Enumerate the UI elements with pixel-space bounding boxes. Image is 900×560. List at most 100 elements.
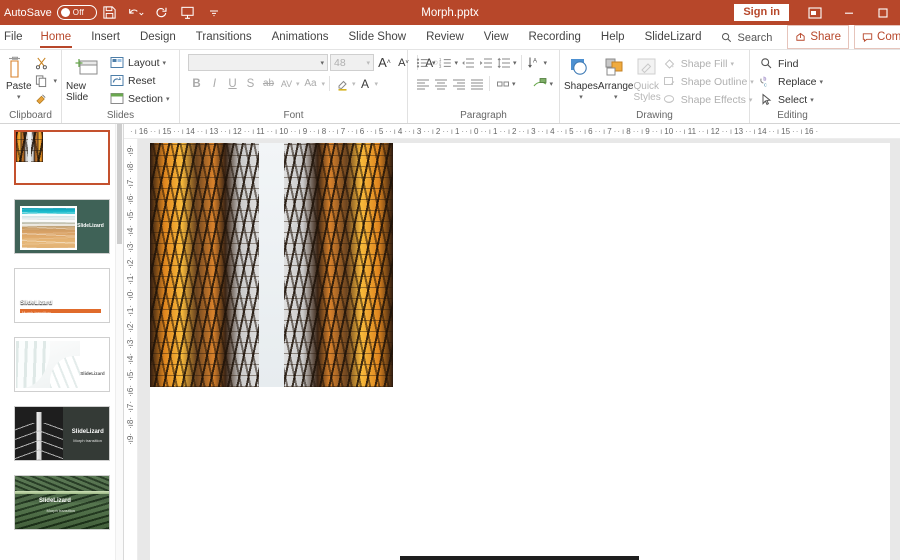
- search-input[interactable]: Search: [711, 26, 782, 49]
- find-button[interactable]: Find: [758, 55, 823, 72]
- font-color-chevron-down-icon[interactable]: ▾: [375, 80, 379, 88]
- tab-slidelizard[interactable]: SlideLizard: [635, 26, 712, 49]
- share-button[interactable]: Share: [787, 25, 850, 49]
- tab-recording[interactable]: Recording: [519, 26, 591, 49]
- replace-chevron-down-icon[interactable]: ▾: [820, 78, 824, 86]
- redo-icon[interactable]: [149, 0, 175, 25]
- tab-transitions[interactable]: Transitions: [186, 26, 262, 49]
- font-name-chevron-down-icon[interactable]: ▾: [320, 59, 324, 67]
- undo-icon[interactable]: [123, 0, 149, 25]
- tab-insert[interactable]: Insert: [81, 26, 130, 49]
- font-size-chevron-down-icon[interactable]: ▾: [366, 59, 370, 67]
- highlight-chevron-down-icon[interactable]: ▾: [352, 80, 356, 88]
- slide-thumbnail-3[interactable]: SlideLizard Morph transition: [13, 268, 110, 323]
- cut-button[interactable]: [33, 54, 50, 71]
- slide-thumbnail-1[interactable]: [13, 130, 110, 185]
- shape-fill-chevron-down-icon[interactable]: ▾: [730, 60, 734, 68]
- text-direction-chevron-down-icon[interactable]: ▾: [544, 59, 548, 67]
- change-case-button[interactable]: Aa: [301, 75, 321, 92]
- grow-font-icon[interactable]: A ˄: [376, 54, 393, 71]
- picture-city-skyscrapers[interactable]: [150, 143, 393, 387]
- italic-button[interactable]: I: [206, 75, 223, 92]
- strikethrough-button[interactable]: ab: [260, 75, 277, 92]
- slide-thumbnail-pane[interactable]: SlideLizard SlideLizard Morph transition…: [0, 124, 124, 560]
- slide-surface[interactable]: [150, 143, 890, 560]
- tab-file[interactable]: File: [0, 26, 31, 49]
- tab-slide-show[interactable]: Slide Show: [339, 26, 417, 49]
- thumbnail-scrollbar-thumb[interactable]: [117, 124, 122, 244]
- reset-button[interactable]: Reset: [108, 72, 170, 89]
- customize-quick-access-icon[interactable]: [201, 0, 227, 25]
- smartart-chevron-down-icon[interactable]: ▾: [550, 80, 554, 88]
- justify-icon[interactable]: [468, 75, 485, 92]
- character-spacing-button[interactable]: AV: [278, 75, 295, 92]
- align-left-icon[interactable]: [414, 75, 431, 92]
- paste-button[interactable]: Paste ▾: [4, 53, 33, 103]
- layout-chevron-down-icon[interactable]: ▾: [163, 59, 167, 67]
- ribbon-display-options-icon[interactable]: [798, 0, 832, 25]
- quick-styles-button[interactable]: Quick Styles: [634, 53, 661, 103]
- tab-review[interactable]: Review: [416, 26, 474, 49]
- thumbnail-pane-scrollbar[interactable]: [115, 124, 123, 560]
- copy-chevron-down-icon[interactable]: ▾: [53, 77, 57, 85]
- arrange-button[interactable]: Arrange ▾: [598, 53, 634, 103]
- shape-outline-button[interactable]: Shape Outline ▾: [661, 73, 754, 90]
- tab-animations[interactable]: Animations: [262, 26, 339, 49]
- text-highlight-icon[interactable]: [334, 75, 351, 92]
- text-direction-icon[interactable]: A: [526, 54, 543, 71]
- numbering-icon[interactable]: 123: [437, 54, 454, 71]
- columns-icon[interactable]: [494, 75, 511, 92]
- character-spacing-chevron-down-icon[interactable]: ▾: [296, 80, 300, 88]
- copy-button[interactable]: ▾: [33, 72, 57, 89]
- sign-in-button[interactable]: Sign in: [734, 4, 789, 21]
- picture-bridge-cables[interactable]: [400, 555, 640, 560]
- shape-fill-button[interactable]: Shape Fill ▾: [661, 55, 754, 72]
- text-shadow-button[interactable]: S: [242, 75, 259, 92]
- slide-canvas[interactable]: [138, 139, 900, 560]
- tab-view[interactable]: View: [474, 26, 519, 49]
- convert-to-smartart-icon[interactable]: [532, 75, 549, 92]
- columns-chevron-down-icon[interactable]: ▾: [512, 80, 516, 88]
- select-button[interactable]: Select ▾: [758, 91, 823, 108]
- autosave-toggle[interactable]: Off: [56, 5, 97, 20]
- start-presentation-icon[interactable]: [175, 0, 201, 25]
- slide-thumbnail-4[interactable]: SlideLizard: [13, 337, 110, 392]
- font-color-icon[interactable]: A: [357, 75, 374, 92]
- bullets-icon[interactable]: [414, 54, 431, 71]
- replace-button[interactable]: bc Replace ▾: [758, 73, 823, 90]
- arrange-chevron-down-icon[interactable]: ▾: [614, 92, 618, 103]
- underline-button[interactable]: U: [224, 75, 241, 92]
- align-right-icon[interactable]: [450, 75, 467, 92]
- paste-chevron-down-icon[interactable]: ▾: [17, 92, 21, 103]
- maximize-button[interactable]: [866, 0, 900, 25]
- bold-button[interactable]: B: [188, 75, 205, 92]
- slide-thumbnail-6[interactable]: SlideLizard Morph transition: [13, 475, 110, 530]
- increase-indent-icon[interactable]: [477, 54, 494, 71]
- bullets-chevron-down-icon[interactable]: ▾: [432, 59, 436, 67]
- line-spacing-chevron-down-icon[interactable]: ▾: [513, 59, 517, 67]
- shapes-chevron-down-icon[interactable]: ▾: [579, 92, 583, 103]
- slide-thumbnail-2[interactable]: SlideLizard: [13, 199, 110, 254]
- shape-effects-button[interactable]: Shape Effects ▾: [661, 91, 754, 108]
- line-spacing-icon[interactable]: [495, 54, 512, 71]
- slide-thumbnail-5[interactable]: SlideLizard Morph transition: [13, 406, 110, 461]
- new-slide-button[interactable]: New Slide: [66, 53, 108, 103]
- tab-design[interactable]: Design: [130, 26, 186, 49]
- font-name-input[interactable]: ▾: [188, 54, 328, 71]
- decrease-indent-icon[interactable]: [459, 54, 476, 71]
- section-chevron-down-icon[interactable]: ▾: [166, 95, 170, 103]
- change-case-chevron-down-icon[interactable]: ▾: [322, 80, 326, 88]
- minimize-button[interactable]: [832, 0, 866, 25]
- vertical-ruler[interactable]: ·ı9· ·ı8· ·ı7· ·ı6· ·ı5· ·ı4· ·ı3· ·ı2· ·ı1· ·ı0·…: [124, 139, 138, 560]
- section-button[interactable]: Section ▾: [108, 90, 170, 107]
- font-size-input[interactable]: 48 ▾: [330, 54, 374, 71]
- tab-help[interactable]: Help: [591, 26, 635, 49]
- horizontal-ruler[interactable]: · ı 16 · · ı 15 · · ı 14 · · ı 13 · · ı 12 · · ı 11 · · ı 10 · · ı 9 · ·…: [124, 124, 900, 139]
- comments-button[interactable]: Comment: [854, 25, 900, 49]
- save-icon[interactable]: [97, 0, 123, 25]
- format-painter-button[interactable]: [33, 90, 50, 107]
- align-center-icon[interactable]: [432, 75, 449, 92]
- shapes-button[interactable]: Shapes ▾: [564, 53, 598, 103]
- select-chevron-down-icon[interactable]: ▾: [810, 96, 814, 104]
- tab-home[interactable]: Home: [31, 26, 82, 49]
